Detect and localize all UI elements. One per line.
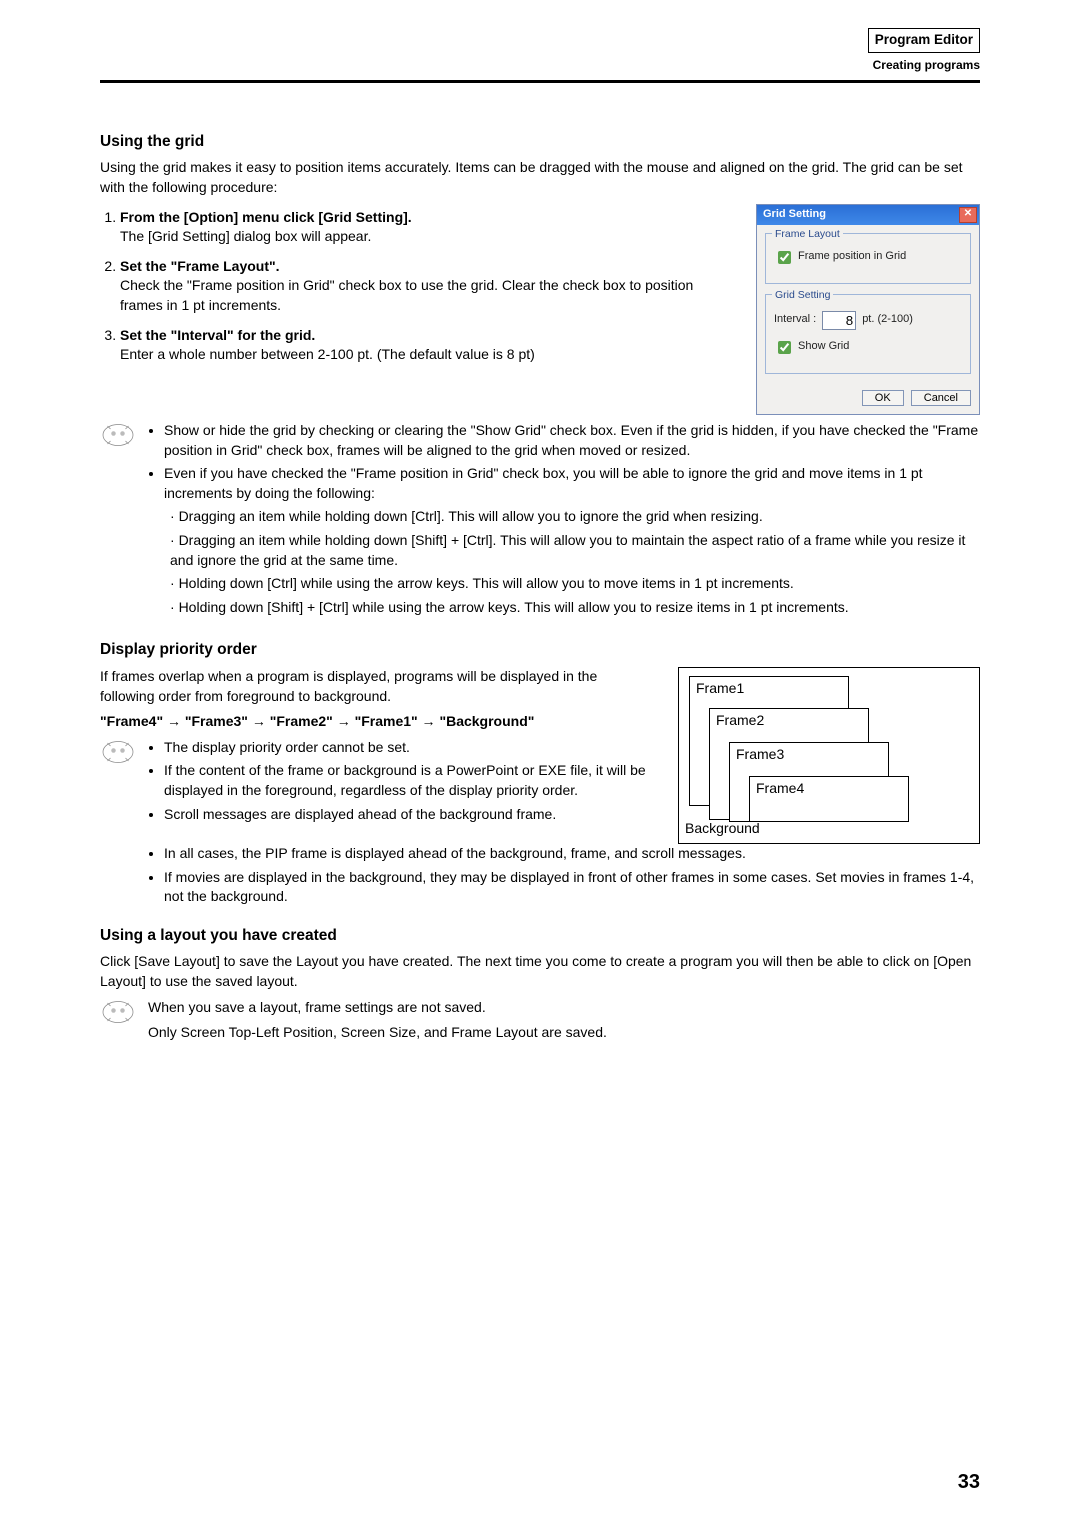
step2-body: Check the "Frame position in Grid" check…: [120, 277, 693, 313]
priority-note-2: If the content of the frame or backgroun…: [164, 761, 652, 800]
grid-subnote-3: Holding down [Ctrl] while using the arro…: [170, 574, 980, 594]
section-using-grid-heading: Using the grid: [100, 131, 980, 153]
show-grid-checkbox[interactable]: [778, 341, 791, 354]
display-priority-intro: If frames overlap when a program is disp…: [100, 667, 652, 706]
header-rule: [100, 80, 980, 83]
grid-note-2: Even if you have checked the "Frame posi…: [164, 465, 923, 501]
tip-icon: [100, 738, 136, 766]
interval-unit: pt. (2-100): [862, 312, 913, 327]
priority-diagram: Frame1 Frame2 Frame3 Frame4 Background: [678, 667, 980, 844]
grid-subnote-2: Dragging an item while holding down [Shi…: [170, 531, 980, 570]
close-icon[interactable]: ✕: [959, 207, 977, 223]
interval-label: Interval :: [774, 312, 816, 327]
grid-steps: From the [Option] menu click [Grid Setti…: [100, 208, 730, 365]
show-grid-label: Show Grid: [798, 339, 849, 354]
layout-note-2: Only Screen Top-Left Position, Screen Si…: [148, 1023, 980, 1043]
grid-subnote-4: Holding down [Shift] + [Ctrl] while usin…: [170, 598, 980, 618]
priority-note-3: Scroll messages are displayed ahead of t…: [164, 805, 652, 825]
frame-position-label: Frame position in Grid: [798, 249, 906, 264]
step3-body: Enter a whole number between 2-100 pt. (…: [120, 346, 535, 362]
grid-setting-legend: Grid Setting: [772, 288, 833, 303]
header-subtitle: Creating programs: [100, 57, 980, 74]
step3-title: Set the "Interval" for the grid.: [120, 327, 315, 343]
page-number: 33: [958, 1468, 980, 1496]
interval-input[interactable]: [822, 311, 856, 330]
section-using-layout-heading: Using a layout you have created: [100, 925, 980, 947]
grid-setting-dialog: Grid Setting ✕ Frame Layout Frame positi…: [756, 204, 980, 415]
ok-button[interactable]: OK: [862, 390, 904, 406]
tip-icon: [100, 998, 136, 1026]
grid-note-1: Show or hide the grid by checking or cle…: [164, 421, 980, 460]
using-layout-body: Click [Save Layout] to save the Layout y…: [100, 952, 980, 991]
tip-icon: [100, 421, 136, 449]
cancel-button[interactable]: Cancel: [911, 390, 971, 406]
step2-title: Set the "Frame Layout".: [120, 258, 280, 274]
frame-position-checkbox[interactable]: [778, 251, 791, 264]
background-label: Background: [685, 819, 760, 839]
header-title: Program Editor: [868, 28, 980, 53]
priority-note-4: In all cases, the PIP frame is displayed…: [164, 844, 980, 864]
dialog-title: Grid Setting: [763, 207, 826, 222]
priority-note-1: The display priority order cannot be set…: [164, 738, 652, 758]
frame-layout-legend: Frame Layout: [772, 227, 843, 242]
step1-body: The [Grid Setting] dialog box will appea…: [120, 228, 371, 244]
section-display-priority-heading: Display priority order: [100, 639, 980, 661]
layout-note-1: When you save a layout, frame settings a…: [148, 998, 980, 1018]
step1-title: From the [Option] menu click [Grid Setti…: [120, 209, 412, 225]
frame4-box: Frame4: [749, 776, 909, 822]
priority-note-5: If movies are displayed in the backgroun…: [164, 868, 980, 907]
grid-subnote-1: Dragging an item while holding down [Ctr…: [170, 507, 980, 527]
display-priority-order: "Frame4" → "Frame3" → "Frame2" → "Frame1…: [100, 712, 652, 732]
section-using-grid-intro: Using the grid makes it easy to position…: [100, 158, 980, 197]
